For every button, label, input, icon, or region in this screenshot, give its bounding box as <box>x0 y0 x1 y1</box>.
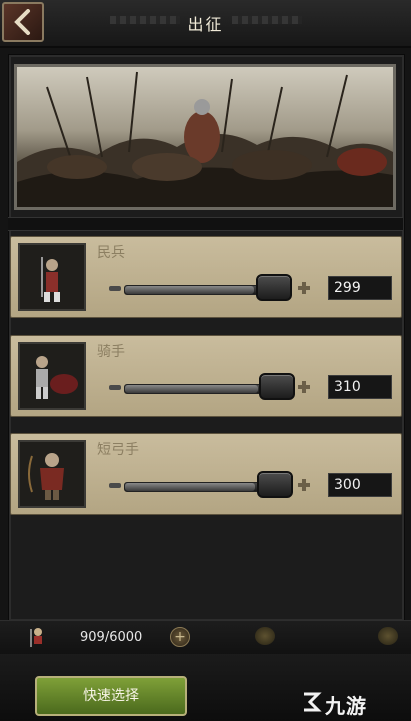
quantity-slider[interactable] <box>124 384 281 394</box>
quantity-field[interactable]: 310 <box>328 375 392 399</box>
unit-name: 民兵 <box>97 245 125 261</box>
slider-handle[interactable] <box>256 274 292 301</box>
page-title: 出征 <box>187 15 224 34</box>
unit-row-shortbowman: 短弓手 300 <box>10 433 402 515</box>
watermark-text: 九游 <box>325 694 367 718</box>
decrease-button[interactable] <box>109 385 121 390</box>
shortbowman-portrait <box>18 440 86 508</box>
unit-row-rider: 骑手 310 <box>10 335 402 417</box>
unit-name: 骑手 <box>97 344 125 360</box>
top-bar: 出征 <box>0 0 411 48</box>
slider-handle[interactable] <box>259 373 295 400</box>
increase-button[interactable] <box>296 477 312 493</box>
soldier-icon <box>30 628 42 647</box>
troop-status-bar: 909/6000 + <box>0 620 411 655</box>
watermark-logo-icon <box>304 692 322 712</box>
timer-icon <box>378 627 398 645</box>
resource-icon <box>255 627 275 645</box>
unit-row-militia: 民兵 299 <box>10 236 402 318</box>
troop-capacity: 909/6000 <box>80 630 143 645</box>
slider-fill <box>125 385 259 393</box>
decrease-button[interactable] <box>109 286 121 291</box>
battle-illustration <box>14 64 396 210</box>
rider-portrait <box>18 342 86 410</box>
add-troops-button[interactable]: + <box>170 627 190 647</box>
militia-portrait <box>18 243 86 311</box>
section-divider <box>8 217 403 231</box>
slider-handle[interactable] <box>257 471 293 498</box>
unit-name: 短弓手 <box>97 442 139 458</box>
quantity-field[interactable]: 300 <box>328 473 392 497</box>
increase-button[interactable] <box>296 379 312 395</box>
slider-fill <box>125 286 254 294</box>
increase-button[interactable] <box>296 280 312 296</box>
decrease-button[interactable] <box>109 483 121 488</box>
quantity-field[interactable]: 299 <box>328 276 392 300</box>
slider-fill <box>125 483 256 491</box>
quick-select-button[interactable]: 快速选择 <box>35 676 187 716</box>
